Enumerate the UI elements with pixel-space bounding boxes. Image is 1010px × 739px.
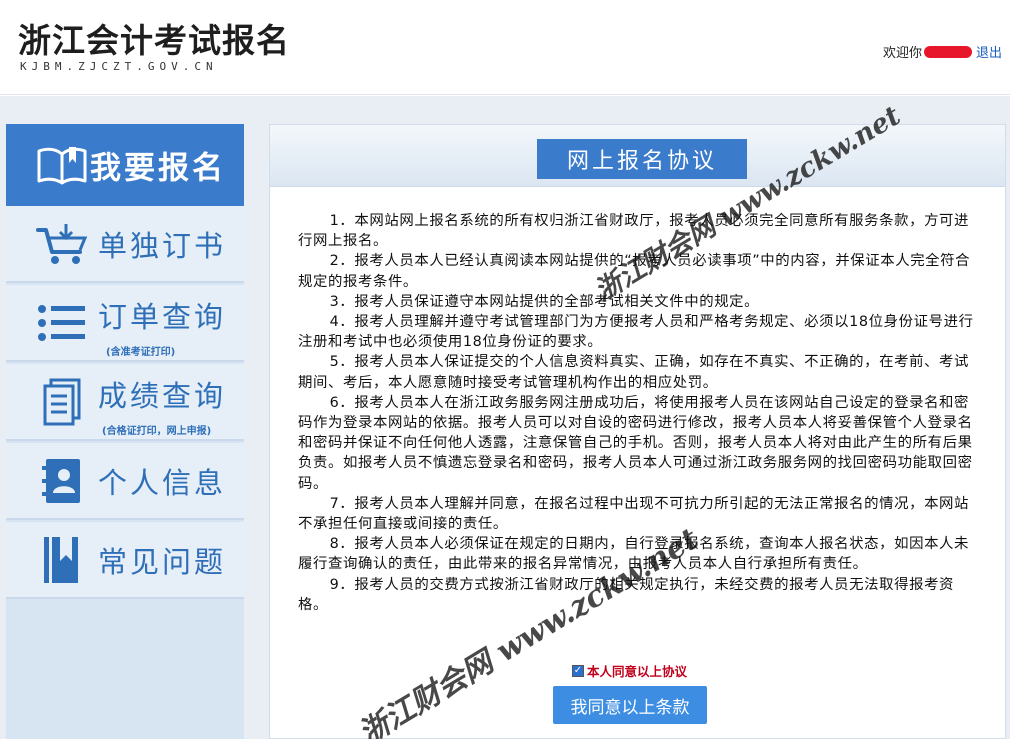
- logout-link[interactable]: 退出: [976, 42, 1002, 61]
- agree-checkbox[interactable]: ✓: [572, 664, 584, 677]
- agreement-clause: 4．报考人员理解并遵守考试管理部门为方便报考人员和严格考务规定、必须以18位身份…: [298, 314, 974, 351]
- document-icon: [34, 377, 90, 427]
- agreement-panel: 网上报名协议 1．本网站网上报名系统的所有权归浙江省财政厅，报考人员必须完全同意…: [269, 124, 1006, 739]
- agreement-text: 1．本网站网上报名系统的所有权归浙江省财政厅，报考人员必须完全同意所有服务条款，…: [298, 211, 978, 615]
- sidebar-item-score-query[interactable]: 成绩查询 (合格证打印，网上申报): [6, 364, 244, 441]
- sidebar-item-sublabel: (含准考证打印): [106, 347, 176, 358]
- agreement-clause: 9．报考人员的交费方式按浙江省财政厅的相关规定执行，未经交费的报考人员无法取得报…: [298, 576, 955, 613]
- sidebar-item-label: 个人信息: [98, 465, 227, 500]
- open-book-icon: [34, 140, 90, 190]
- redacted-username: [923, 45, 972, 58]
- agree-button[interactable]: 我同意以上条款: [553, 686, 707, 724]
- sidebar-item-faq[interactable]: 常见问题: [6, 522, 244, 599]
- sidebar-item-label: 单独订书: [98, 228, 227, 263]
- sidebar-item-register[interactable]: 我要报名: [6, 124, 244, 206]
- list-icon: [34, 298, 90, 348]
- agree-checkbox-row[interactable]: ✓ 本人同意以上协议: [572, 661, 687, 680]
- cart-icon: [34, 219, 90, 269]
- agree-checkbox-label: 本人同意以上协议: [587, 664, 688, 679]
- sidebar-item-book-order[interactable]: 单独订书: [6, 206, 244, 283]
- agreement-clause: 6．报考人员本人在浙江政务服务网注册成功后，将使用报考人员在该网站自己设定的登录…: [298, 394, 973, 492]
- sidebar-item-label: 我要报名: [90, 150, 226, 187]
- agreement-clause: 5．报考人员本人保证提交的个人信息资料真实、正确，如存在不真实、不正确的，在考前…: [298, 354, 970, 391]
- contact-book-icon: [34, 456, 90, 506]
- sidebar: 我要报名 单独订书 订单查询 (含准考证打印) 成绩查询 (合格证打印，网上申报…: [6, 124, 244, 739]
- sidebar-item-personal-info[interactable]: 个人信息: [6, 443, 244, 520]
- page-title: 网上报名协议: [537, 139, 747, 179]
- agreement-clause: 8．报考人员本人必须保证在规定的日期内，自行登录报名系统，查询本人报名状态，如因…: [298, 536, 970, 573]
- agreement-clause: 3．报考人员保证遵守本网站提供的全部考试相关文件中的规定。: [329, 293, 760, 310]
- site-title: 浙江会计考试报名: [18, 21, 290, 60]
- site-header: 浙江会计考试报名 KJBM.ZJCZT.GOV.CN 欢迎你 退出: [0, 0, 1010, 95]
- sidebar-item-label: 成绩查询: [98, 379, 227, 413]
- sidebar-item-order-query[interactable]: 订单查询 (含准考证打印): [6, 285, 244, 362]
- sidebar-item-sublabel: (合格证打印，网上申报): [102, 426, 212, 437]
- user-box: 欢迎你 退出: [883, 42, 1002, 61]
- sidebar-item-label: 常见问题: [98, 544, 227, 579]
- agreement-clause: 2．报考人员本人已经认真阅读本网站提供的“报考人员必读事项”中的内容，并保证本人…: [298, 253, 971, 290]
- panel-header: 网上报名协议: [270, 125, 1005, 187]
- bookmark-book-icon: [34, 535, 90, 585]
- agreement-clause: 1．本网站网上报名系统的所有权归浙江省财政厅，报考人员必须完全同意所有服务条款，…: [298, 213, 970, 250]
- welcome-text: 欢迎你: [882, 46, 922, 61]
- site-domain: KJBM.ZJCZT.GOV.CN: [20, 60, 218, 73]
- agreement-clause: 7．报考人员本人理解并同意，在报名过程中出现不可抗力所引起的无法正常报名的情况，…: [298, 495, 970, 533]
- sidebar-item-label: 订单查询: [98, 300, 227, 334]
